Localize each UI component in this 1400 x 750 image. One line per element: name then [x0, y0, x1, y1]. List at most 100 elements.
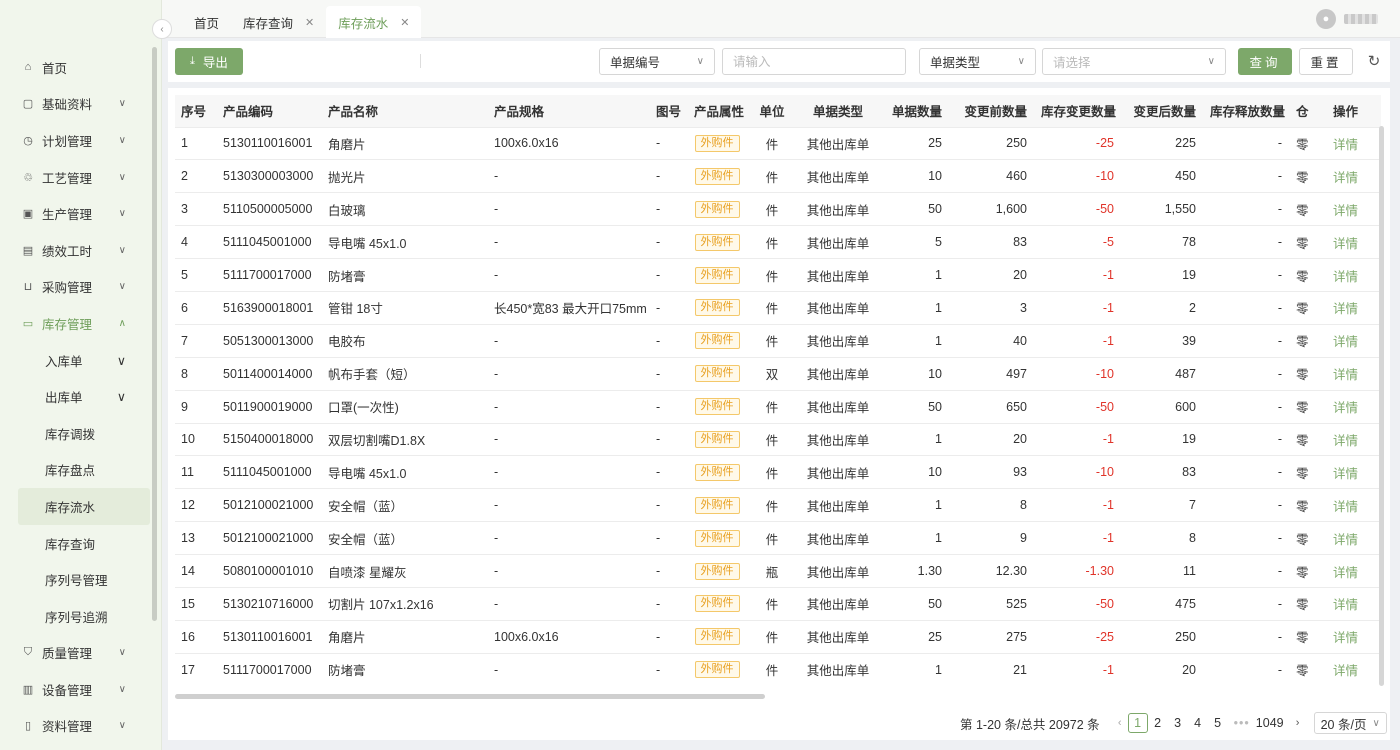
detail-link[interactable]: 详情 — [1310, 357, 1381, 391]
table-row[interactable]: 16 5130110016001 角磨片 100x6.0x16- 外购件件其他出库单 25… — [175, 620, 1381, 654]
detail-link[interactable]: 详情 — [1310, 620, 1381, 654]
detail-link[interactable]: 详情 — [1310, 653, 1381, 685]
sidebar-item[interactable]: ⛉ 质量管理 ∨ — [0, 635, 150, 672]
table-row[interactable]: 4 5111045001000 导电嘴 45x1.0- - 外购件件其他出库单 5 83 -5… — [175, 225, 1381, 260]
prev-page-icon[interactable]: ‹ — [1112, 717, 1128, 729]
pagination-ellipsis[interactable]: ••• — [1234, 716, 1250, 730]
sidebar-item[interactable]: 库存流水 — [18, 488, 150, 525]
close-icon[interactable]: ✕ — [305, 16, 314, 29]
detail-link[interactable]: 详情 — [1310, 554, 1381, 588]
detail-link[interactable]: 详情 — [1310, 291, 1381, 325]
page-size-select[interactable]: 20 条/页 ∨ — [1313, 712, 1387, 734]
table-horizontal-scrollbar[interactable] — [175, 694, 765, 699]
next-page-icon[interactable]: › — [1290, 717, 1306, 729]
table-row[interactable]: 8 5011400014000 帆布手套（短） - - 外购件双其他出库单 10 497 -10… — [175, 357, 1381, 391]
export-button[interactable]: ⤓ 导出 — [175, 48, 243, 75]
sidebar-item[interactable]: 出库单 ∨ — [0, 378, 150, 415]
detail-link[interactable]: 详情 — [1310, 225, 1381, 260]
sidebar-item[interactable]: 库存调拨 — [0, 415, 150, 452]
table-row[interactable]: 11 5111045001000 导电嘴 45x1.0- - 外购件件其他出库单 10 93… — [175, 455, 1381, 490]
detail-link[interactable]: 详情 — [1310, 127, 1381, 161]
table-row[interactable]: 14 5080100001010 自喷漆 星耀灰 - - 外购件瓶其他出库单 1.30 12.… — [175, 554, 1381, 588]
table-row[interactable]: 15 5130210716000 切割片 107x1.2x16- - 外购件件其他出库单… — [175, 587, 1381, 621]
reset-button[interactable]: 重置 — [1299, 48, 1353, 75]
table-row[interactable]: 9 5011900019000 口罩(一次性) - - 外购件件其他出库单 50 650 -50… — [175, 390, 1381, 424]
sidebar-item[interactable]: ⌂ 首页 — [0, 49, 150, 86]
sidebar-item[interactable]: 库存盘点 — [0, 452, 150, 489]
menu-icon: ⛉ — [23, 646, 33, 659]
table-row[interactable]: 1 5130110016001 角磨片 100x6.0x16- 外购件件其他出库单 25 2… — [175, 127, 1381, 161]
sidebar-item[interactable]: 序列号追溯 — [0, 598, 150, 635]
table-row[interactable]: 6 5163900018001 管钳 18寸 长450*宽83 最大开口75mm - 外购… — [175, 291, 1381, 325]
attribute-tag: 外购件 — [694, 266, 740, 284]
chevron-left-icon[interactable]: ‹ — [152, 19, 172, 39]
page-last[interactable]: 1049 — [1256, 713, 1284, 733]
page-number[interactable]: 1 — [1127, 713, 1148, 733]
table-row[interactable]: 2 5130300003000 抛光片 - - 外购件件其他出库单 10 460 -10 450-… — [175, 159, 1381, 194]
detail-link[interactable]: 详情 — [1310, 587, 1381, 621]
tab-item[interactable]: 库存流水 ✕ — [326, 6, 422, 38]
tab-item[interactable]: 首页 — [182, 6, 231, 38]
table-cell: 其他出库单 — [798, 455, 878, 490]
page-number[interactable]: 5 — [1208, 713, 1228, 733]
table-cell: 19 — [1122, 258, 1204, 292]
sidebar-item-label: 序列号追溯 — [45, 610, 108, 625]
detail-link[interactable]: 详情 — [1310, 159, 1381, 194]
page-number[interactable]: 3 — [1168, 713, 1188, 733]
detail-link[interactable]: 详情 — [1310, 258, 1381, 292]
sidebar-item[interactable]: ▭ 库存管理 ∧ — [0, 305, 150, 342]
sidebar-item[interactable]: ◷ 计划管理 ∨ — [0, 122, 150, 159]
avatar[interactable]: ● — [1316, 9, 1336, 29]
detail-link[interactable]: 详情 — [1310, 455, 1381, 490]
sidebar-item[interactable]: ▤ 绩效工时 ∨ — [0, 232, 150, 269]
detail-link[interactable]: 详情 — [1310, 423, 1381, 457]
table-row[interactable]: 12 5012100021000 安全帽（蓝） - - 外购件件其他出库单 1 8 -1 7- 零详… — [175, 488, 1381, 523]
detail-link[interactable]: 详情 — [1310, 488, 1381, 523]
sidebar-item[interactable]: 库存查询 — [0, 525, 150, 562]
sidebar-item[interactable]: 序列号管理 — [0, 561, 150, 598]
sidebar-item-label: 计划管理 — [42, 134, 93, 149]
doc-no-input[interactable] — [722, 48, 906, 75]
table-cell: - — [1204, 521, 1290, 556]
refresh-icon[interactable]: ↻ — [1364, 51, 1384, 71]
table-row[interactable]: 5 5111700017000 防堵膏 - - 外购件件其他出库单 1 20 -1 19- 零详情 — [175, 258, 1381, 292]
sidebar-item[interactable]: ▢ 基础资料 ∨ — [0, 86, 150, 123]
query-button[interactable]: 查询 — [1238, 48, 1292, 75]
detail-link[interactable]: 详情 — [1310, 521, 1381, 556]
sidebar-item[interactable]: 入库单 ∨ — [0, 342, 150, 379]
close-icon[interactable]: ✕ — [400, 16, 409, 29]
table-row[interactable]: 7 5051300013000 电胶布 - - 外购件件其他出库单 1 40 -1 39- 零详情 — [175, 324, 1381, 358]
detail-link[interactable]: 详情 — [1310, 324, 1381, 358]
attribute-tag: 外购件 — [694, 463, 740, 481]
table-row[interactable]: 3 5110500005000 白玻璃 - - 外购件件其他出库单 50 1,600 -50 1,… — [175, 192, 1381, 227]
page-number[interactable]: 4 — [1188, 713, 1208, 733]
table-row[interactable]: 10 5150400018000 双层切割嘴D1.8X - - 外购件件其他出库单 1 20-… — [175, 423, 1381, 457]
table-cell: 口罩(一次性) — [322, 390, 488, 424]
attribute-tag: 外购件 — [694, 595, 740, 613]
user-menu[interactable]: ● — [1316, 9, 1378, 29]
attribute-tag: 外购件 — [694, 365, 740, 383]
table-row[interactable]: 17 5111700017000 防堵膏 - - 外购件件其他出库单 1 21 -1 20- 零详情 — [175, 653, 1381, 685]
page-number[interactable]: 2 — [1148, 713, 1168, 733]
table-cell: 电胶布 — [322, 324, 488, 358]
sidebar-item[interactable]: ▥ 设备管理 ∨ — [0, 671, 150, 708]
table-cell: 100x6.0x16 — [488, 127, 650, 161]
sidebar-item[interactable]: ♲ 工艺管理 ∨ — [0, 159, 150, 196]
tab-item[interactable]: 库存查询 ✕ — [231, 6, 326, 38]
sidebar-item[interactable]: ▯ 资料管理 ∨ — [0, 708, 150, 745]
sidebar-scrollbar[interactable] — [152, 47, 157, 621]
sidebar-item[interactable]: ▣ 生产管理 ∨ — [0, 195, 150, 232]
detail-link[interactable]: 详情 — [1310, 390, 1381, 424]
doc-type-select[interactable]: 请选择 ∨ — [1042, 48, 1226, 75]
detail-link[interactable]: 详情 — [1310, 192, 1381, 227]
table-cell: - — [650, 324, 688, 358]
doc-type-field-select[interactable]: 单据类型 ∨ — [919, 48, 1036, 75]
table-row[interactable]: 13 5012100021000 安全帽（蓝） - - 外购件件其他出库单 1 9 -1 8- 零详… — [175, 521, 1381, 556]
doc-no-field-select[interactable]: 单据编号 ∨ — [599, 48, 715, 75]
table-cell: 件 — [746, 455, 798, 490]
table-cell: 管钳 18寸 — [322, 291, 488, 325]
stock-change-cell: -10 — [1035, 455, 1122, 490]
table-vertical-scrollbar[interactable] — [1379, 126, 1384, 686]
table-cell: - — [650, 521, 688, 556]
sidebar-item[interactable]: ⊔ 采购管理 ∨ — [0, 269, 150, 306]
